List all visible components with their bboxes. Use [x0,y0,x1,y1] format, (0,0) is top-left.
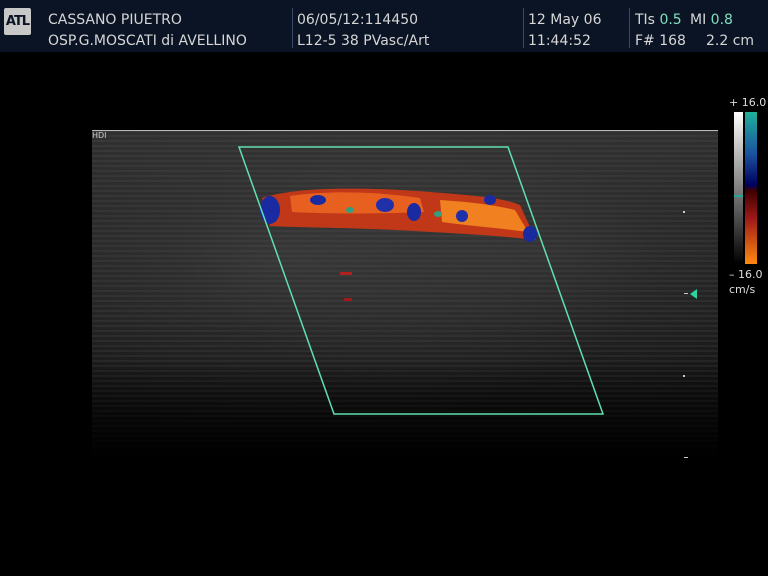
scale-min-label: – 16.0 [729,268,763,281]
scale-unit-label: cm/s [729,283,756,296]
depth-marker [683,375,685,377]
depth-marker [683,211,685,213]
color-map-bar [745,112,757,264]
flow-signal [260,188,537,301]
color-roi-box[interactable] [237,146,605,415]
depth-marker [684,457,688,458]
baseline-marker [734,195,743,197]
depth-marker [684,293,688,294]
grayscale-bar [734,112,743,264]
doppler-overlay [237,146,605,415]
focus-marker-icon[interactable] [690,289,697,299]
scale-max-label: + 16.0 [729,96,767,109]
color-velocity-bar [734,112,760,264]
